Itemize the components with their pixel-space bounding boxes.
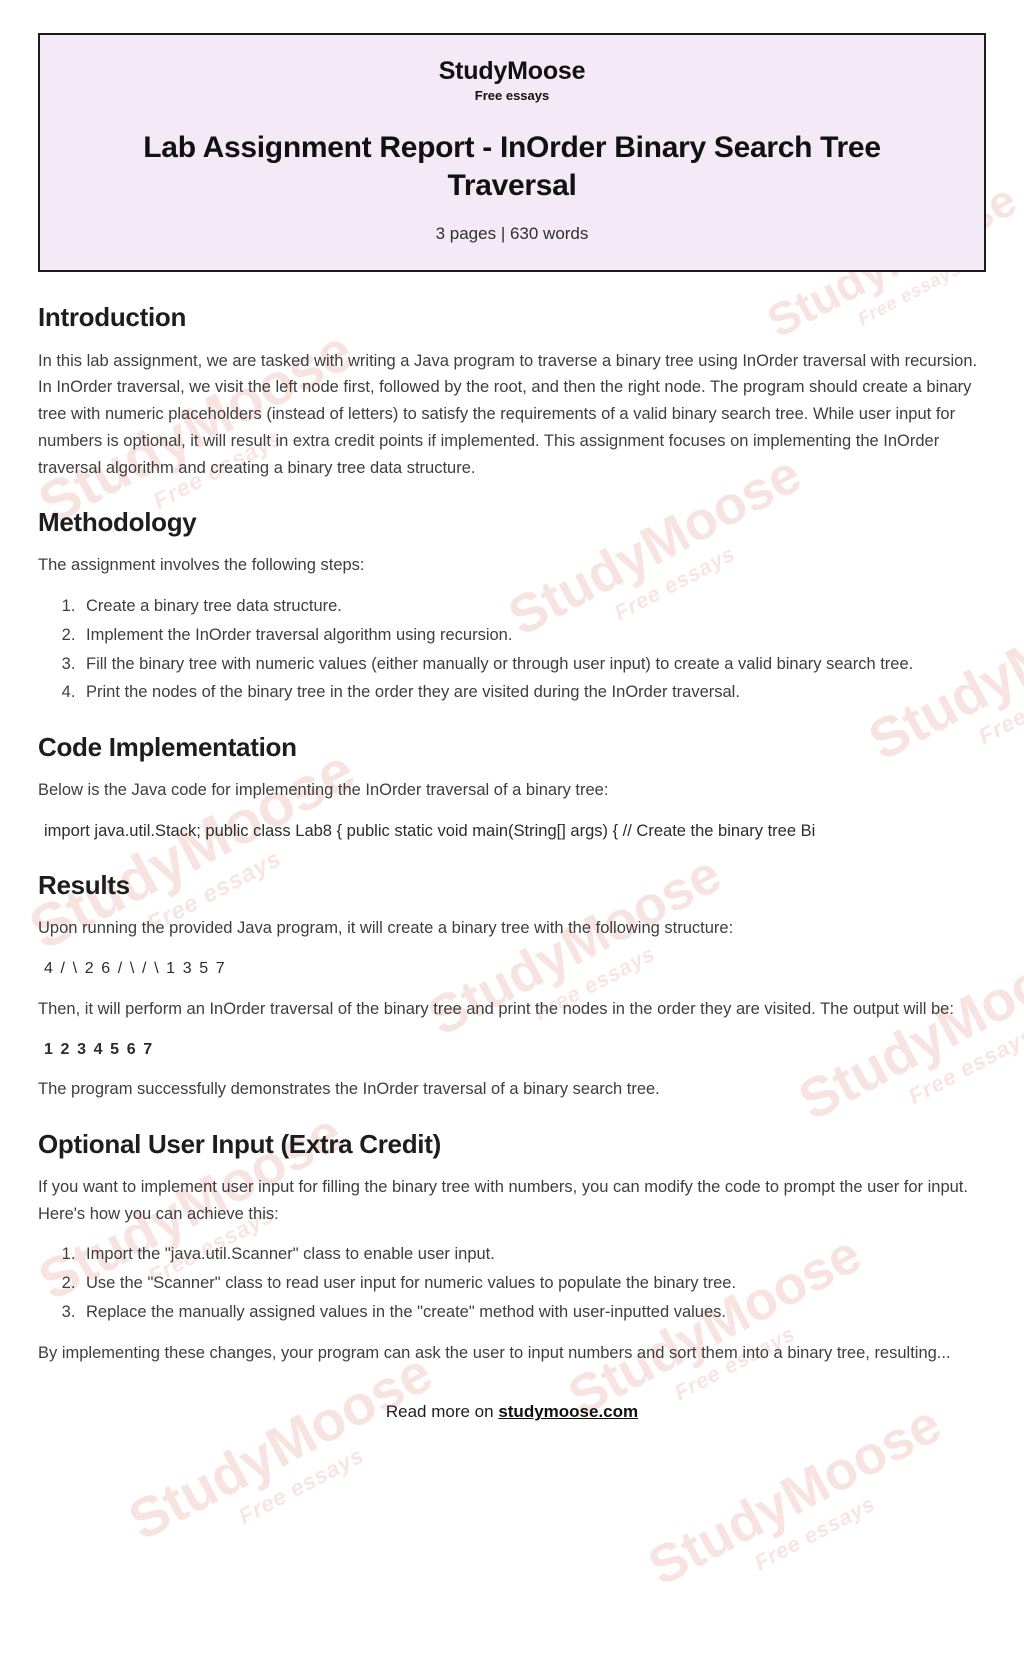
section-heading-optional-user-input: Optional User Input (Extra Credit): [38, 1128, 441, 1159]
java-code-block: import java.util.Stack; public class Lab…: [44, 821, 816, 840]
section-heading-code-implementation: Code Implementation: [38, 732, 297, 762]
results-intro: Upon running the provided Java program, …: [38, 919, 734, 938]
list-item: Fill the binary tree with numeric values…: [80, 651, 986, 678]
optional-user-input-closing: By implementing these changes, your prog…: [38, 1343, 951, 1362]
brand-tagline: Free essays: [474, 87, 550, 103]
binary-tree-structure-block: 4 / \ 2 6 / \ / \ 1 3 5 7: [44, 960, 227, 978]
footer: Read more on studymoose.com: [0, 1402, 1024, 1446]
section-heading-methodology: Methodology: [38, 507, 197, 538]
footer-prefix: Read more on: [385, 1402, 499, 1422]
document-header-card: StudyMoose Free essays Lab Assignment Re…: [38, 33, 986, 273]
introduction-paragraph: In this lab assignment, we are tasked wi…: [38, 351, 978, 477]
list-item: Import the "java.util.Scanner" class to …: [80, 1241, 986, 1268]
footer-link-studymoose[interactable]: studymoose.com: [498, 1402, 638, 1421]
optional-user-input-intro: If you want to implement user input for …: [38, 1178, 968, 1223]
code-implementation-intro: Below is the Java code for implementing …: [38, 781, 609, 800]
watermark-subtext: Free essays: [749, 1490, 880, 1576]
list-item: Replace the manually assigned values in …: [80, 1299, 986, 1326]
results-traversal-description: Then, it will perform an InOrder travers…: [38, 999, 954, 1018]
traversal-output-block: 1 2 3 4 5 6 7: [44, 1040, 154, 1058]
section-heading-results: Results: [38, 870, 130, 901]
results-conclusion: The program successfully demonstrates th…: [38, 1080, 660, 1099]
list-item: Print the nodes of the binary tree in th…: [80, 679, 986, 706]
page-title: Lab Assignment Report - InOrder Binary S…: [143, 130, 881, 202]
list-item: Use the "Scanner" class to read user inp…: [80, 1270, 986, 1297]
list-item: Implement the InOrder traversal algorith…: [80, 622, 986, 649]
brand-logo: StudyMoose: [438, 57, 586, 85]
optional-user-input-step-list: Import the "java.util.Scanner" class to …: [38, 1241, 986, 1325]
section-heading-introduction: Introduction: [38, 302, 187, 333]
methodology-step-list: Create a binary tree data structure. Imp…: [38, 593, 986, 706]
document-page: StudyMoose Free essays Lab Assignment Re…: [0, 33, 1024, 1446]
article-body: Introduction In this lab assignment, we …: [0, 302, 1024, 1366]
list-item: Create a binary tree data structure.: [80, 593, 986, 620]
document-meta: 3 pages | 630 words: [435, 224, 589, 244]
methodology-intro: The assignment involves the following st…: [38, 556, 365, 575]
